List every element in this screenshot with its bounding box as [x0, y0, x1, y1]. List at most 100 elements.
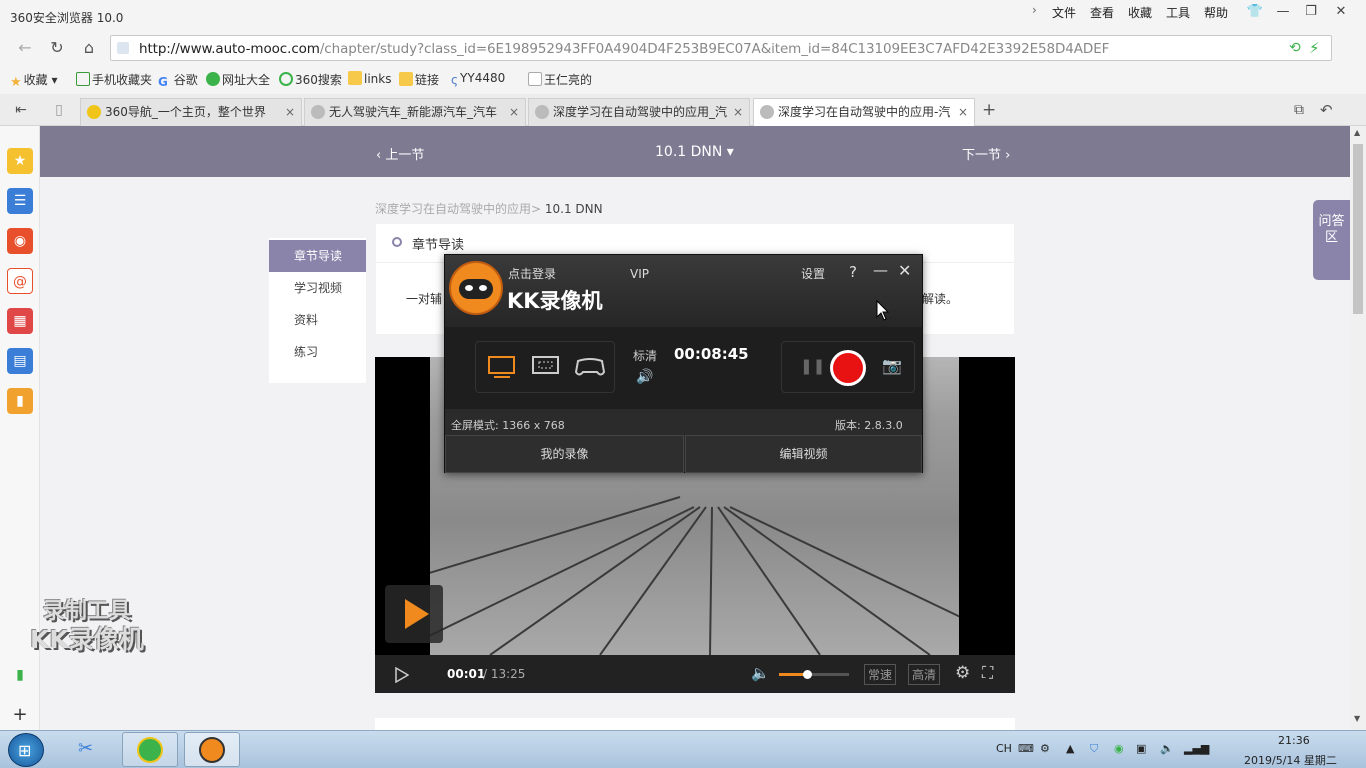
- speed-button[interactable]: 常速: [864, 664, 897, 685]
- star-icon[interactable]: ★: [7, 148, 33, 174]
- kk-vip-link[interactable]: VIP: [630, 267, 649, 281]
- menu-help[interactable]: 帮助: [1204, 4, 1228, 21]
- record-button[interactable]: [830, 350, 866, 386]
- qa-tab[interactable]: 问答区: [1313, 200, 1350, 280]
- volume-knob[interactable]: [803, 670, 812, 679]
- chevron-right-icon[interactable]: ›: [1032, 3, 1037, 17]
- volume-slider[interactable]: [779, 670, 849, 679]
- next-section-link[interactable]: 下一节 ›: [962, 144, 1010, 163]
- new-tab-button[interactable]: +: [982, 100, 996, 120]
- edit-video-button[interactable]: 编辑视频: [685, 435, 922, 473]
- speed-icon[interactable]: ⚡: [1309, 39, 1320, 57]
- speaker-icon[interactable]: 🔊: [636, 369, 653, 385]
- restore-button[interactable]: ❐: [1298, 2, 1324, 22]
- close-tab-icon[interactable]: ×: [958, 99, 968, 125]
- breadcrumb-parent[interactable]: 深度学习在自动驾驶中的应用>: [375, 202, 541, 216]
- fav-link-cn[interactable]: 链接: [399, 71, 439, 88]
- tab-auto[interactable]: 无人驾驶汽车_新能源汽车_汽车 ×: [304, 98, 526, 126]
- menu-view[interactable]: 查看: [1090, 4, 1114, 21]
- menu-file[interactable]: 文件: [1052, 4, 1076, 21]
- play-icon[interactable]: [395, 667, 409, 683]
- camera-icon[interactable]: 📷: [882, 356, 902, 375]
- kk-settings-link[interactable]: 设置: [801, 265, 825, 282]
- trash-icon[interactable]: ▮: [7, 662, 33, 688]
- nav-materials[interactable]: 资料: [269, 304, 366, 336]
- volume-icon[interactable]: 🔈: [751, 664, 770, 682]
- favorites-menu[interactable]: ★ 收藏 ▾: [10, 71, 58, 90]
- tray-expand-icon[interactable]: ▲: [1066, 742, 1074, 755]
- doc-icon[interactable]: ▤: [7, 348, 33, 374]
- fav-mobile[interactable]: 手机收藏夹: [76, 71, 152, 88]
- game-mode-icon[interactable]: [574, 356, 606, 378]
- taskbar-tool[interactable]: ✂: [62, 732, 118, 767]
- prev-section-link[interactable]: ‹ 上一节: [376, 144, 424, 163]
- close-tab-icon[interactable]: ×: [509, 99, 519, 125]
- clock-date[interactable]: 2019/5/14 星期二: [1244, 752, 1337, 768]
- help-icon[interactable]: ?: [849, 263, 857, 281]
- tab-list-icon[interactable]: ▯: [48, 99, 70, 121]
- kk-login-link[interactable]: 点击登录: [508, 265, 556, 282]
- big-play-button[interactable]: [385, 585, 443, 643]
- add-icon[interactable]: +: [7, 702, 33, 728]
- fav-links[interactable]: links: [348, 71, 391, 86]
- close-button[interactable]: ✕: [1328, 2, 1354, 22]
- fullscreen-mode-icon[interactable]: [488, 356, 516, 378]
- undo-close-icon[interactable]: ↶: [1320, 101, 1333, 119]
- security-icon[interactable]: ⟲: [1289, 40, 1301, 56]
- news-icon[interactable]: ☰: [7, 188, 33, 214]
- url-input[interactable]: http://www.auto-mooc.com/chapter/study?c…: [110, 35, 1332, 61]
- current-section-dropdown[interactable]: 10.1 DNN ▾: [655, 144, 734, 160]
- game-icon[interactable]: ▦: [7, 308, 33, 334]
- minimize-button[interactable]: —: [1270, 2, 1296, 22]
- quality-button[interactable]: 高清: [908, 664, 941, 685]
- page-scrollbar[interactable]: ▲ ▼: [1350, 126, 1366, 730]
- pause-icon[interactable]: ❚❚: [800, 357, 825, 375]
- tab-restore-icon[interactable]: ⧉: [1294, 102, 1304, 118]
- close-icon[interactable]: ✕: [898, 261, 911, 280]
- fav-360search[interactable]: 360搜索: [279, 71, 342, 88]
- shield-icon[interactable]: ⛉: [1090, 742, 1098, 756]
- region-mode-icon[interactable]: [532, 356, 560, 378]
- shirt-icon[interactable]: 👕: [1242, 2, 1268, 22]
- start-button[interactable]: ⊞: [8, 733, 44, 767]
- ime-indicator[interactable]: CH: [996, 742, 1012, 755]
- settings-icon[interactable]: ⚙: [955, 663, 970, 683]
- close-tab-icon[interactable]: ×: [285, 99, 295, 125]
- my-videos-button[interactable]: 我的录像: [445, 435, 684, 473]
- fav-google[interactable]: G 谷歌: [158, 71, 198, 89]
- time-current: 00:01: [447, 667, 486, 681]
- taskbar-kk[interactable]: [184, 732, 240, 767]
- scrollbar-thumb[interactable]: [1353, 144, 1363, 314]
- tab-360nav[interactable]: 360导航_一个主页，整个世界 ×: [80, 98, 302, 126]
- minimize-icon[interactable]: —: [873, 261, 888, 279]
- clock-time[interactable]: 21:36: [1278, 734, 1310, 747]
- close-tab-icon[interactable]: ×: [733, 99, 743, 125]
- sidebar-toggle-icon[interactable]: ⇤: [10, 99, 32, 121]
- taskbar-360browser[interactable]: [122, 732, 178, 767]
- home-icon[interactable]: ⌂: [78, 37, 100, 59]
- menu-tools[interactable]: 工具: [1166, 4, 1190, 21]
- keyboard-icon[interactable]: ⌨: [1018, 742, 1034, 755]
- refresh-icon[interactable]: ↻: [46, 37, 68, 59]
- volume-icon[interactable]: 🔈: [1160, 742, 1174, 755]
- nav-practice[interactable]: 练习: [269, 336, 366, 368]
- kk-mode-group: [475, 341, 615, 393]
- fav-yy[interactable]: ς YY4480: [451, 71, 505, 87]
- 360-tray-icon[interactable]: ◉: [1114, 742, 1124, 755]
- kk-quality-label[interactable]: 标清: [633, 347, 657, 364]
- menu-favorites[interactable]: 收藏: [1128, 4, 1152, 21]
- mail-icon[interactable]: @: [7, 268, 33, 294]
- fullscreen-icon[interactable]: ⛶: [982, 663, 993, 683]
- weibo-icon[interactable]: ◉: [7, 228, 33, 254]
- nav-video[interactable]: 学习视频: [269, 272, 366, 304]
- fav-portal[interactable]: 网址大全: [206, 71, 270, 88]
- tray-icon[interactable]: ⚙: [1040, 742, 1050, 755]
- nav-guide[interactable]: 章节导读: [269, 240, 366, 272]
- tab-deeplearn-2[interactable]: 深度学习在自动驾驶中的应用-汽 ×: [753, 98, 975, 127]
- network-icon[interactable]: ▂▄▆: [1184, 742, 1209, 755]
- tab-deeplearn-1[interactable]: 深度学习在自动驾驶中的应用_汽 ×: [528, 98, 750, 126]
- device-icon[interactable]: ▣: [1136, 742, 1146, 755]
- fav-wang[interactable]: 王仁亮的: [528, 71, 592, 88]
- note-icon[interactable]: ▮: [7, 388, 33, 414]
- back-icon[interactable]: ←: [14, 37, 36, 59]
